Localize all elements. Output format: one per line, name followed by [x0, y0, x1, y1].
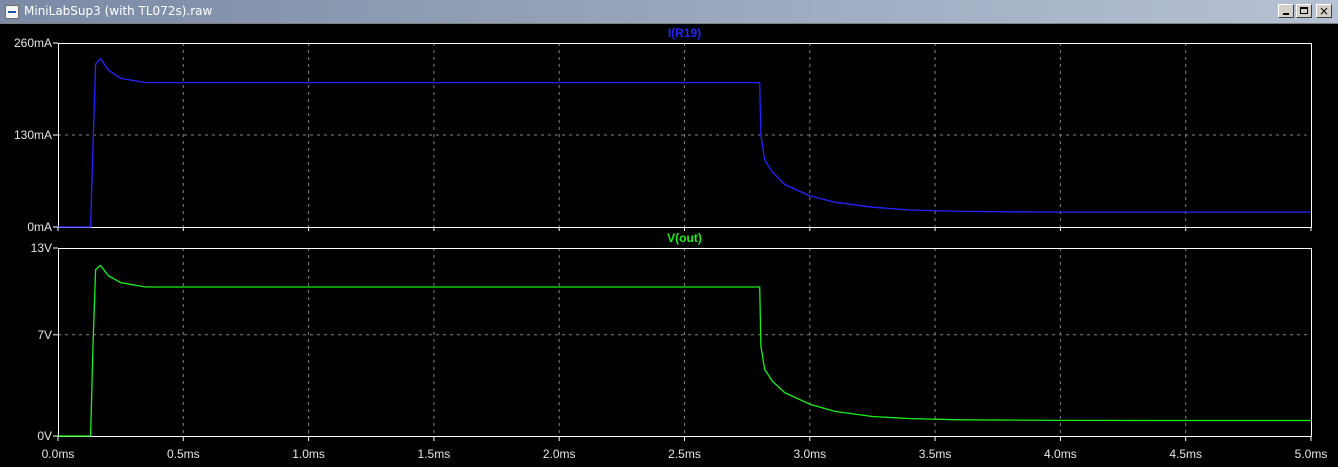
y-tick-label-voltage: 13V	[31, 241, 52, 255]
waveform-plots[interactable]: 260mA 130mA 0mA I(R19) 13V 7V 0V V(out) 0.0ms 0.5…	[0, 24, 1338, 467]
window-titlebar[interactable]: MiniLabSup3 (with TL072s).raw ×	[0, 0, 1338, 24]
x-tick-label: 1.0ms	[292, 447, 325, 461]
x-tick-label: 4.5ms	[1169, 447, 1202, 461]
minimize-icon	[1283, 13, 1289, 15]
y-tick-label-current: 130mA	[14, 128, 52, 142]
waveform-app-icon	[5, 5, 19, 19]
trace-title-current[interactable]: I(R19)	[668, 26, 701, 40]
window-controls: ×	[1278, 4, 1332, 20]
close-icon: ×	[1318, 4, 1330, 18]
x-tick-label: 2.5ms	[668, 447, 701, 461]
x-tick-label: 0.0ms	[42, 447, 75, 461]
minimize-button[interactable]	[1278, 4, 1294, 18]
y-tick-label-voltage: 0V	[37, 429, 52, 443]
x-tick-label: 4.0ms	[1044, 447, 1077, 461]
y-tick-label-current: 260mA	[14, 36, 52, 50]
x-tick-label: 1.5ms	[418, 447, 451, 461]
x-tick-label: 3.5ms	[919, 447, 952, 461]
x-tick-label: 0.5ms	[167, 447, 200, 461]
waveform-plot-area[interactable]: 260mA 130mA 0mA I(R19) 13V 7V 0V V(out) 0.0ms 0.5…	[0, 24, 1338, 467]
y-tick-label-voltage: 7V	[37, 328, 52, 342]
close-button[interactable]: ×	[1316, 4, 1332, 18]
window-title: MiniLabSup3 (with TL072s).raw	[24, 4, 213, 18]
y-tick-label-current: 0mA	[27, 220, 52, 234]
maximize-button[interactable]	[1296, 4, 1312, 18]
x-tick-label: 2.0ms	[543, 447, 576, 461]
x-tick-label: 3.0ms	[793, 447, 826, 461]
x-tick-label: 5.0ms	[1295, 447, 1328, 461]
trace-title-voltage[interactable]: V(out)	[667, 231, 702, 245]
maximize-icon	[1300, 7, 1308, 14]
